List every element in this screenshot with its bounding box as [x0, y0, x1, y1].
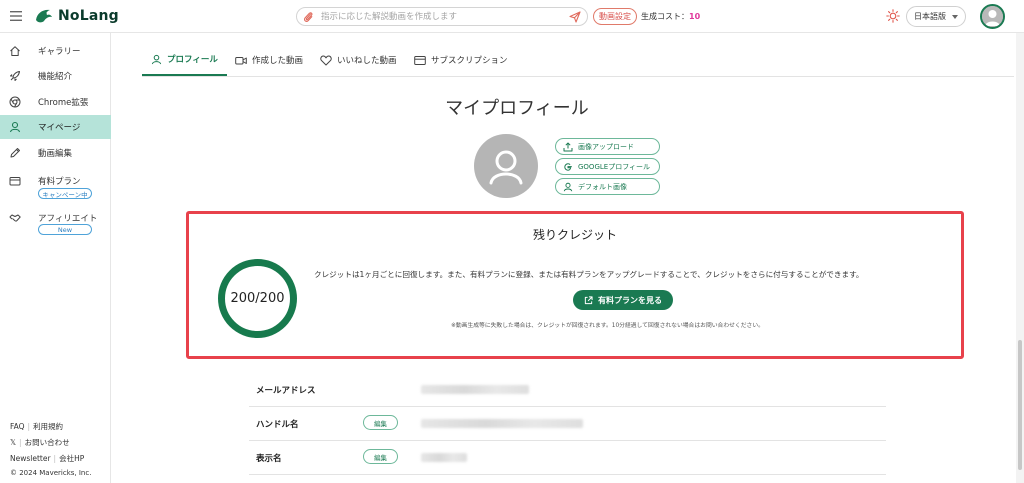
handle-row: ハンドル名 編集	[249, 407, 886, 441]
upload-icon	[563, 142, 573, 152]
edit-display-name-button[interactable]: 編集	[363, 449, 398, 464]
upload-label: 画像アップロード	[578, 142, 634, 151]
external-link-icon	[584, 295, 593, 304]
footer-links-row-1: FAQ | 利用規約	[10, 422, 64, 431]
user-icon	[151, 54, 162, 64]
handle-label: ハンドル名	[256, 420, 299, 430]
credits-description: クレジットは1ヶ月ごとに回復します。また、有料プランに登録、または有料プランをア…	[314, 270, 864, 279]
video-settings-button[interactable]: 動画設定	[593, 8, 637, 25]
campaign-badge: キャンペーン中	[38, 188, 92, 199]
prompt-search-bar[interactable]	[296, 7, 588, 26]
handshake-icon	[9, 214, 21, 222]
default-label: デフォルト画像	[578, 182, 627, 191]
copyright: © 2024 Mavericks, Inc.	[10, 469, 92, 477]
pencil-icon	[10, 148, 20, 158]
sidebar: ギャラリー 機能紹介 Chrome拡張 マイページ 動画編集 有料プラン キャン…	[0, 33, 111, 483]
sidebar-item-paid-plan[interactable]: 有料プラン	[0, 173, 111, 189]
sidebar-item-video-edit[interactable]: 動画編集	[0, 141, 111, 165]
sidebar-item-gallery[interactable]: ギャラリー	[0, 39, 111, 63]
credit-progress-ring: 200/200	[218, 259, 297, 338]
tab-label: いいねした動画	[337, 56, 397, 66]
tab-subscription[interactable]: サブスクリプション	[414, 44, 508, 76]
email-row: メールアドレス	[249, 373, 886, 407]
google-profile-button[interactable]: GOOGLEプロフィール	[555, 158, 660, 175]
dolphin-logo-icon	[36, 9, 52, 23]
sidebar-item-label: Chrome拡張	[38, 98, 89, 108]
user-icon	[563, 182, 573, 192]
remaining-credits-panel: 残りクレジット 200/200 クレジットは1ヶ月ごとに回復します。また、有料プ…	[186, 211, 964, 359]
user-icon	[9, 121, 21, 133]
video-camera-icon	[235, 56, 247, 64]
contact-link[interactable]: お問い合わせ	[25, 438, 70, 447]
sun-icon[interactable]	[886, 9, 900, 23]
tab-label: プロフィール	[167, 55, 218, 65]
scrollbar-thumb[interactable]	[1018, 340, 1022, 470]
tab-label: サブスクリプション	[431, 56, 508, 66]
heart-icon	[320, 55, 332, 65]
chrome-icon	[9, 96, 21, 108]
handle-value-redacted	[421, 419, 583, 428]
page-title: マイプロフィール	[445, 98, 589, 119]
logo-text: NoLang	[58, 8, 119, 24]
email-label: メールアドレス	[256, 386, 316, 396]
company-link[interactable]: 会社HP	[59, 454, 84, 463]
view-paid-plans-button[interactable]: 有料プランを見る	[573, 290, 673, 310]
display-name-row: 表示名 編集	[249, 441, 886, 475]
menu-icon[interactable]	[10, 11, 22, 21]
cost-label: 生成コスト：	[641, 12, 689, 21]
language-value: 日本語版	[914, 12, 946, 21]
home-icon	[10, 46, 20, 56]
faq-link[interactable]: FAQ	[10, 422, 25, 431]
rocket-icon	[10, 71, 20, 81]
credit-count: 200/200	[230, 291, 285, 306]
language-select[interactable]: 日本語版	[906, 6, 966, 27]
logo[interactable]: NoLang	[34, 6, 119, 26]
tab-created-videos[interactable]: 作成した動画	[235, 44, 303, 76]
upload-image-button[interactable]: 画像アップロード	[555, 138, 660, 155]
default-image-button[interactable]: デフォルト画像	[555, 178, 660, 195]
sidebar-item-label: マイページ	[38, 123, 81, 133]
footer-links-row-3: Newsletter | 会社HP	[10, 454, 85, 463]
attachment-icon[interactable]	[303, 11, 314, 23]
profile-avatar	[474, 134, 538, 198]
terms-link[interactable]: 利用規約	[33, 422, 63, 431]
generation-cost: 生成コスト：10	[641, 11, 700, 22]
email-value-redacted	[421, 385, 529, 394]
display-name-label: 表示名	[256, 454, 282, 464]
new-badge: New	[38, 224, 92, 235]
sidebar-item-label: 動画編集	[38, 149, 73, 159]
search-input[interactable]	[321, 10, 557, 24]
google-label: GOOGLEプロフィール	[578, 162, 651, 171]
plan-button-label: 有料プランを見る	[598, 295, 662, 305]
sidebar-item-label: アフィリエイト	[38, 214, 98, 224]
sidebar-item-features[interactable]: 機能紹介	[0, 64, 111, 88]
person-icon	[982, 6, 1003, 27]
person-icon	[489, 150, 523, 185]
credits-note: ※動画生成等に失敗した場合は、クレジットが回復されます。10分経過して回復されな…	[451, 323, 764, 329]
edit-handle-button[interactable]: 編集	[363, 415, 398, 430]
top-header: NoLang 動画設定 生成コスト：10 日本語版	[0, 0, 1024, 33]
newsletter-link[interactable]: Newsletter	[10, 454, 51, 463]
send-icon[interactable]	[569, 11, 581, 23]
cost-value: 10	[689, 12, 701, 21]
footer-links-row-2: 𝕏 | お問い合わせ	[10, 438, 70, 447]
sidebar-item-label: ギャラリー	[38, 47, 81, 57]
sidebar-item-label: 機能紹介	[38, 72, 73, 82]
x-icon[interactable]: 𝕏	[10, 438, 16, 447]
card-icon	[9, 177, 21, 186]
tab-label: 作成した動画	[252, 56, 304, 66]
google-icon	[564, 163, 572, 171]
credits-title: 残りクレジット	[532, 228, 617, 242]
display-name-value-redacted	[421, 453, 467, 462]
profile-tabs: プロフィール 作成した動画 いいねした動画 サブスクリプション	[142, 44, 1014, 77]
card-icon	[414, 55, 426, 65]
user-avatar[interactable]	[980, 4, 1005, 29]
tab-profile[interactable]: プロフィール	[142, 44, 227, 76]
sidebar-item-mypage[interactable]: マイページ	[0, 115, 111, 139]
tab-liked-videos[interactable]: いいねした動画	[320, 44, 397, 76]
chevron-down-icon	[952, 15, 958, 19]
sidebar-item-chrome-extension[interactable]: Chrome拡張	[0, 90, 111, 114]
sidebar-item-label: 有料プラン	[38, 177, 81, 187]
